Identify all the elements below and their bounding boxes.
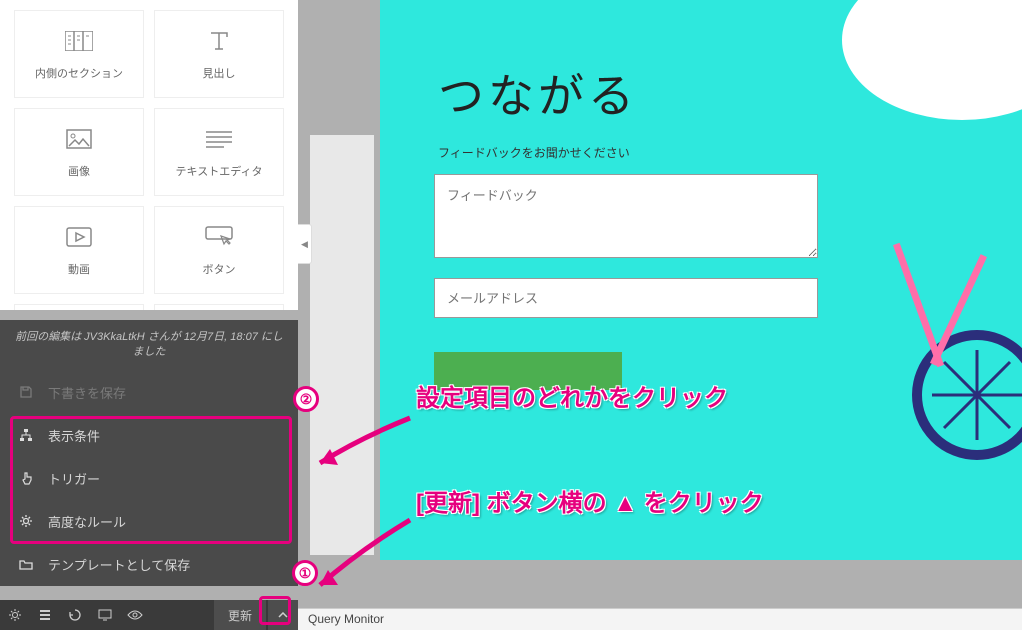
update-button[interactable]: 更新 xyxy=(214,600,266,630)
decorative-circle xyxy=(842,0,1022,120)
widget-text-editor[interactable]: テキストエディタ xyxy=(154,108,284,196)
menu-label: テンプレートとして保存 xyxy=(48,555,190,574)
widget-partial-2[interactable] xyxy=(154,304,284,310)
canvas-background xyxy=(310,135,374,555)
elements-panel: 内側のセクション 見出し 画像 テキストエディタ 動画 xyxy=(0,0,298,310)
panel-collapse-button[interactable]: ◀ xyxy=(298,224,312,264)
spacer-icon xyxy=(209,305,229,310)
play-icon xyxy=(66,223,92,251)
text-icon xyxy=(207,27,231,55)
menu-label: 下書きを保存 xyxy=(48,383,126,402)
page-title[interactable]: つながる xyxy=(438,60,638,126)
history-button[interactable] xyxy=(60,600,90,630)
advanced-rules-item[interactable]: 高度なルール xyxy=(0,500,298,543)
preview-button[interactable] xyxy=(120,600,150,630)
email-field[interactable] xyxy=(434,278,818,318)
publish-options-panel: 前回の編集は JV3KkaLtkH さんが 12月7日, 18:07 にしました… xyxy=(0,320,298,586)
menu-label: 表示条件 xyxy=(48,426,100,445)
button-icon xyxy=(205,223,233,251)
folder-icon xyxy=(18,557,34,571)
annotation-text-setting: 設定項目のどれかをクリック xyxy=(416,378,728,413)
widget-label: ボタン xyxy=(203,261,236,277)
settings-button[interactable] xyxy=(0,600,30,630)
sitemap-icon xyxy=(18,428,34,442)
widget-label: テキストエディタ xyxy=(176,163,263,179)
widget-button[interactable]: ボタン xyxy=(154,206,284,294)
annotation-text-caret: [更新] ボタン横の ▲ をクリック xyxy=(416,483,764,518)
query-monitor-label: Query Monitor xyxy=(308,612,384,626)
widget-inner-section[interactable]: 内側のセクション xyxy=(14,10,144,98)
widget-label: 見出し xyxy=(203,65,236,81)
finger-icon xyxy=(18,471,34,485)
widget-image[interactable]: 画像 xyxy=(14,108,144,196)
image-icon xyxy=(66,125,92,153)
page-subtitle[interactable]: フィードバックをお聞かせください xyxy=(438,144,630,161)
navigator-button[interactable] xyxy=(30,600,60,630)
annotation-badge-2: ② xyxy=(293,386,319,412)
widget-heading[interactable]: 見出し xyxy=(154,10,284,98)
save-draft-item: 下書きを保存 xyxy=(0,371,298,414)
widget-label: 画像 xyxy=(68,163,90,179)
last-edit-status: 前回の編集は JV3KkaLtkH さんが 12月7日, 18:07 にしました xyxy=(0,320,298,371)
menu-label: 高度なルール xyxy=(48,512,126,531)
trigger-item[interactable]: トリガー xyxy=(0,457,298,500)
widget-video[interactable]: 動画 xyxy=(14,206,144,294)
editor-canvas[interactable]: つながる フィードバックをお聞かせください xyxy=(380,0,1022,560)
responsive-button[interactable] xyxy=(90,600,120,630)
widget-label: 内側のセクション xyxy=(35,65,123,81)
update-options-caret[interactable] xyxy=(268,600,298,630)
bicycle-illustration xyxy=(912,330,1022,460)
gear-icon xyxy=(18,514,34,528)
save-as-template-item[interactable]: テンプレートとして保存 xyxy=(0,543,298,586)
menu-label: トリガー xyxy=(48,469,100,488)
divider-icon xyxy=(67,305,91,310)
columns-icon xyxy=(65,27,93,55)
bike-frame xyxy=(893,243,944,368)
bottom-toolbar: 更新 xyxy=(0,600,298,630)
query-monitor-bar[interactable]: Query Monitor xyxy=(298,608,1022,630)
save-icon xyxy=(18,385,34,399)
update-label: 更新 xyxy=(228,607,252,624)
widget-partial-1[interactable] xyxy=(14,304,144,310)
annotation-badge-1: ① xyxy=(292,560,318,586)
feedback-textarea[interactable] xyxy=(434,174,818,258)
display-conditions-item[interactable]: 表示条件 xyxy=(0,414,298,457)
lines-icon xyxy=(206,125,232,153)
widget-label: 動画 xyxy=(68,261,90,277)
